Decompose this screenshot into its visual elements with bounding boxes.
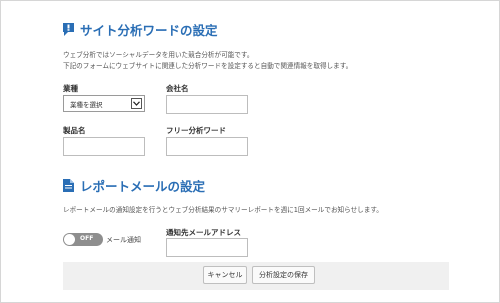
section-title-analysis-words: サイト分析ワードの設定 (63, 20, 218, 39)
save-settings-button[interactable]: 分析設定の保存 (252, 266, 315, 284)
cancel-button[interactable]: キャンセル (203, 266, 247, 284)
email-address-input[interactable] (166, 238, 248, 257)
toggle-state-text: OFF (80, 235, 94, 242)
section-title-text: レポートメールの設定 (80, 179, 206, 194)
chevron-down-icon[interactable] (131, 98, 142, 109)
free-word-input[interactable] (166, 137, 248, 156)
comment-icon (63, 23, 74, 36)
document-icon (63, 179, 74, 192)
section-title-report-mail: レポートメールの設定 (63, 176, 205, 195)
company-input[interactable] (166, 95, 248, 114)
mail-notification-toggle[interactable]: OFF (63, 233, 103, 246)
product-label: 製品名 (63, 126, 86, 135)
report-mail-description: レポートメールの通知設定を行うとウェブ分析結果のサマリーレポートを週に1回メール… (63, 206, 383, 214)
mail-notification-label: メール通知 (106, 236, 141, 244)
industry-select-value: 業種を選択 (70, 100, 103, 109)
toggle-knob (64, 234, 75, 245)
free-word-label: フリー分析ワード (166, 126, 226, 135)
section-description-line2: 下記のフォームにウェブサイトに関連した分析ワードを設定すると自動で関連情報を取得… (63, 62, 353, 70)
section-title-text: サイト分析ワードの設定 (80, 23, 218, 38)
company-label: 会社名 (166, 84, 189, 93)
industry-select[interactable]: 業種を選択 (63, 95, 145, 112)
product-input[interactable] (63, 137, 145, 156)
industry-label: 業種 (63, 84, 78, 93)
section-description-line1: ウェブ分析ではソーシャルデータを用いた競合分析が可能です。 (63, 51, 254, 59)
email-address-label: 通知先メールアドレス (166, 228, 241, 237)
